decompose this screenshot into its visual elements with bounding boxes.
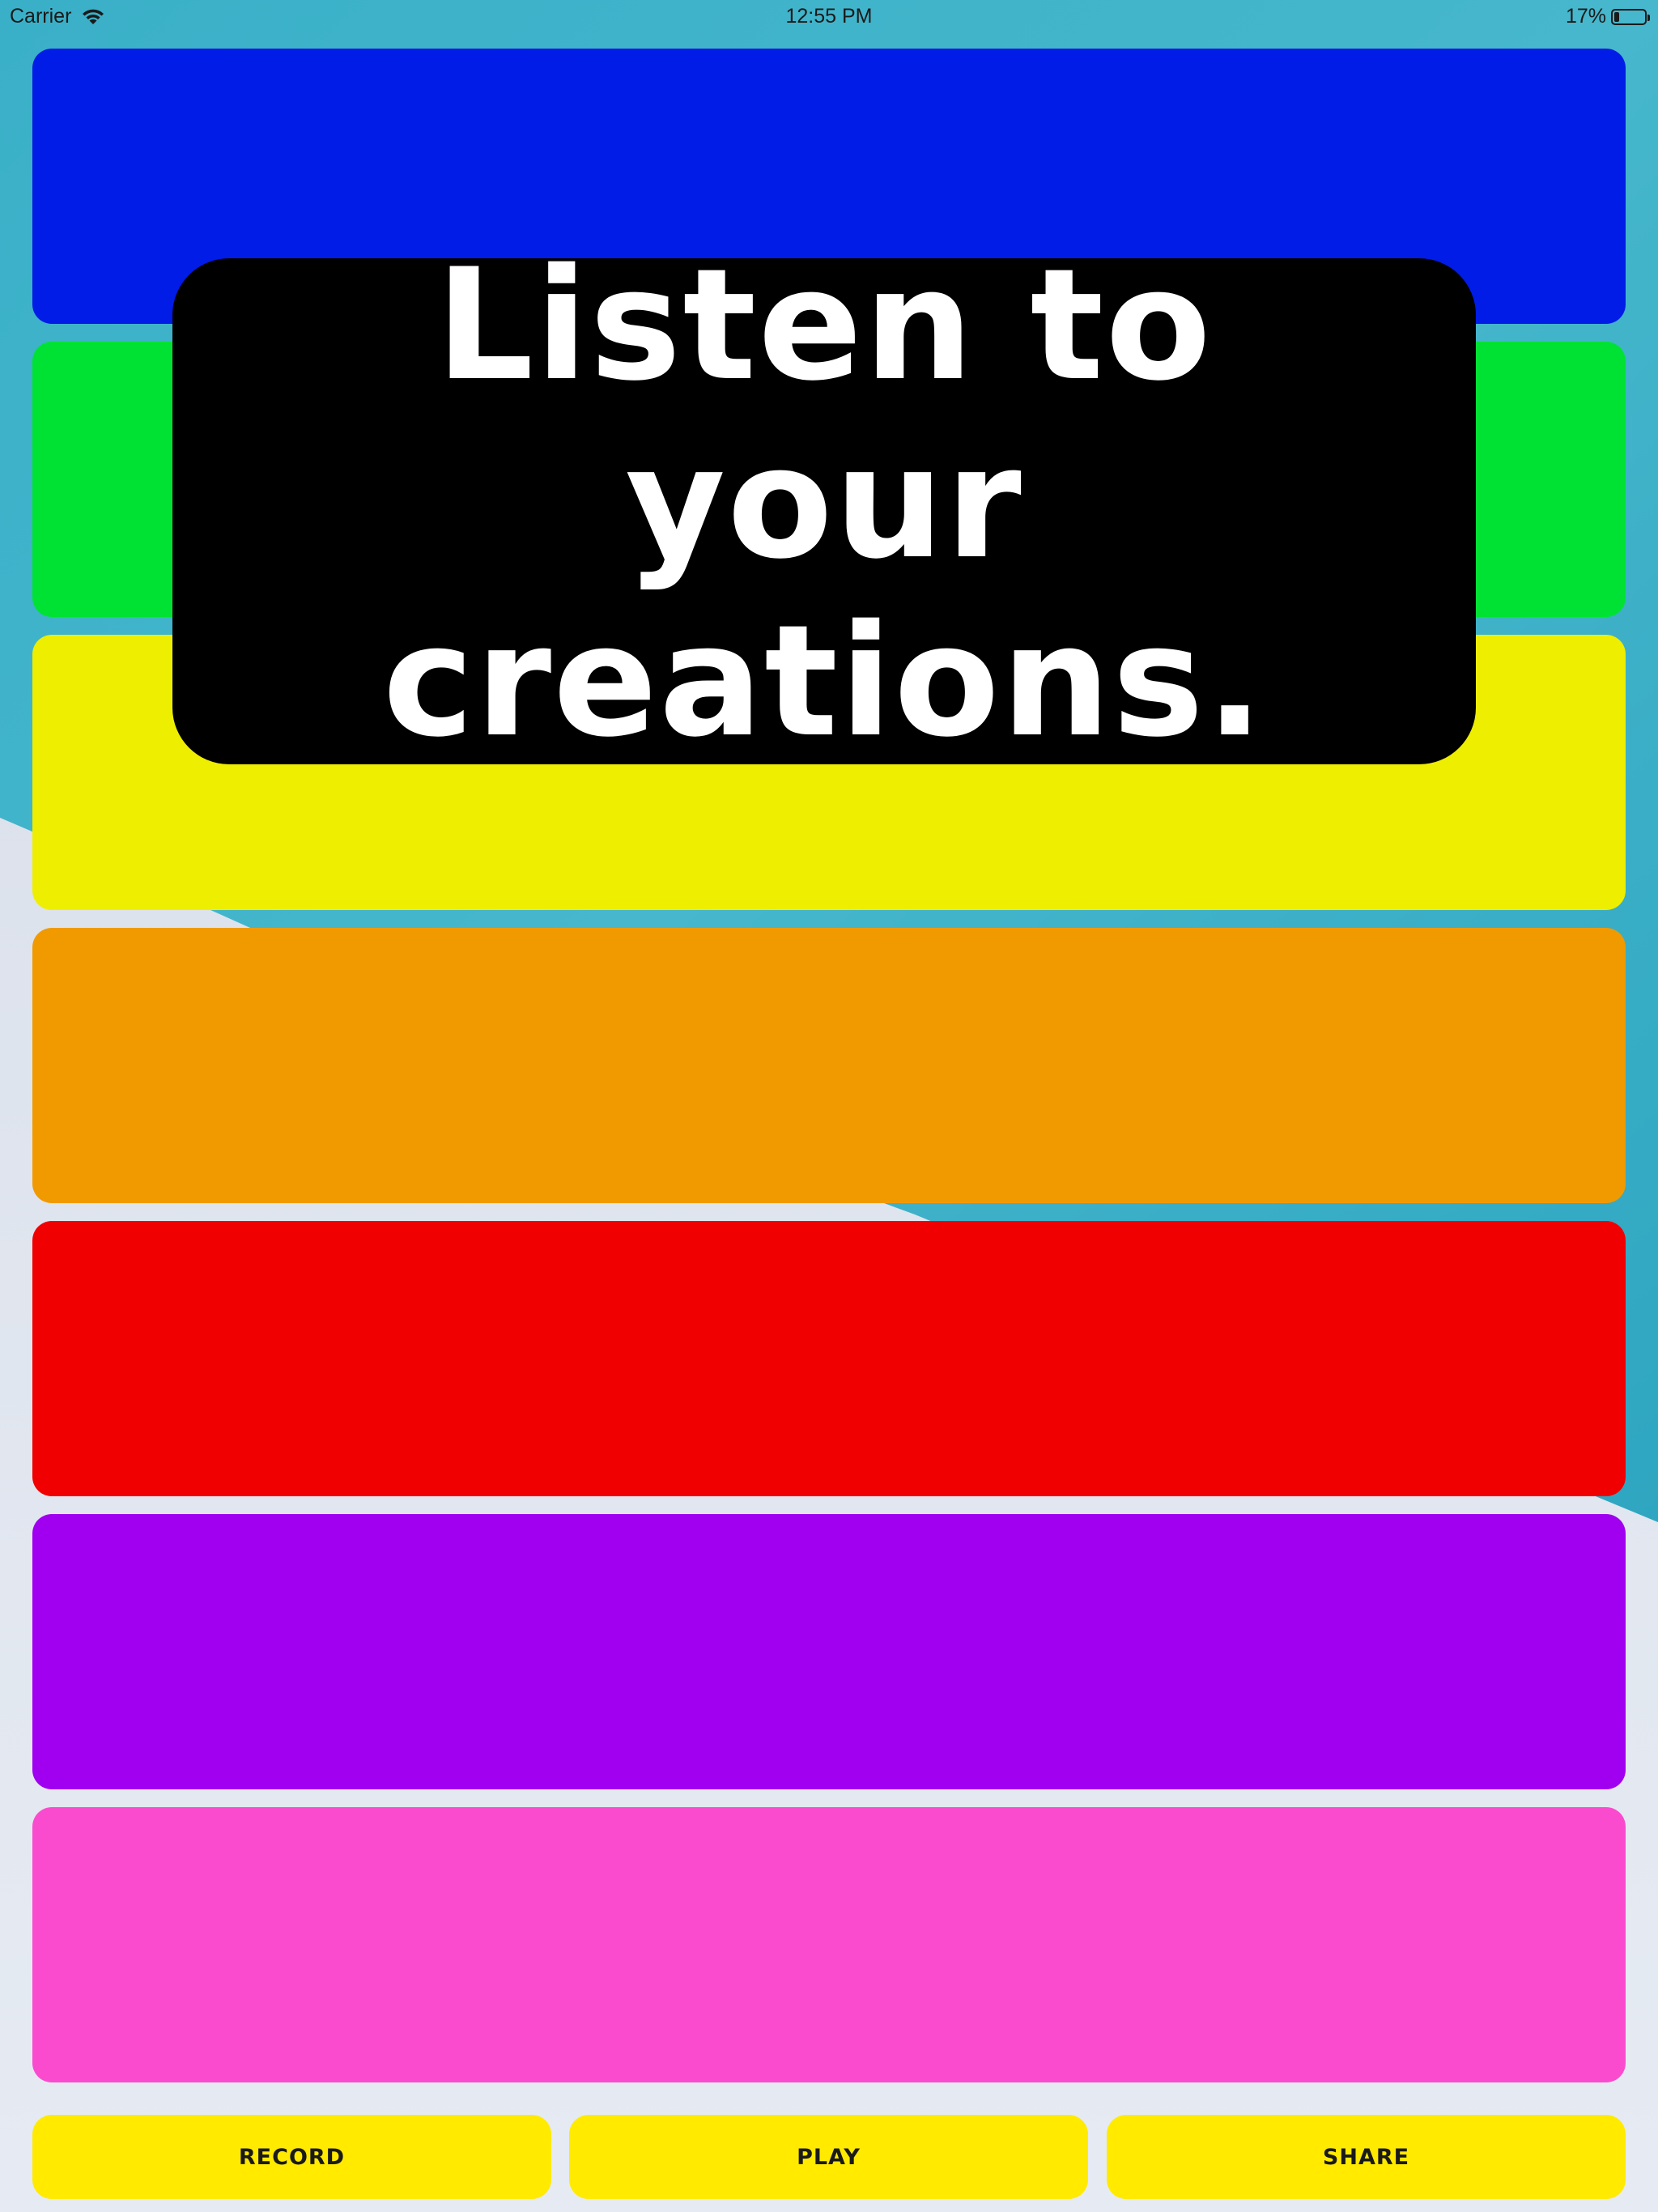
play-button[interactable]: PLAY [569, 2115, 1088, 2199]
tutorial-overlay: Listen to your creations. [172, 236, 1476, 770]
overlay-line-2: creations. [382, 591, 1266, 771]
pink-bar[interactable] [32, 1807, 1626, 2082]
share-button[interactable]: SHARE [1107, 2115, 1626, 2199]
status-bar: Carrier 12:55 PM 17% [0, 0, 1658, 32]
status-right: 17% [1565, 5, 1650, 28]
battery-fill [1614, 11, 1619, 22]
battery-icon [1611, 8, 1650, 25]
bottom-toolbar: RECORD PLAY SHARE [32, 2115, 1626, 2199]
battery-percent: 17% [1565, 5, 1606, 28]
overlay-message: Listen to your creations. [257, 236, 1391, 771]
purple-bar[interactable] [32, 1514, 1626, 1789]
record-button[interactable]: RECORD [32, 2115, 551, 2199]
overlay-line-1: Listen to your [436, 235, 1213, 593]
red-bar[interactable] [32, 1221, 1626, 1496]
orange-bar[interactable] [32, 928, 1626, 1203]
status-time: 12:55 PM [785, 5, 873, 28]
